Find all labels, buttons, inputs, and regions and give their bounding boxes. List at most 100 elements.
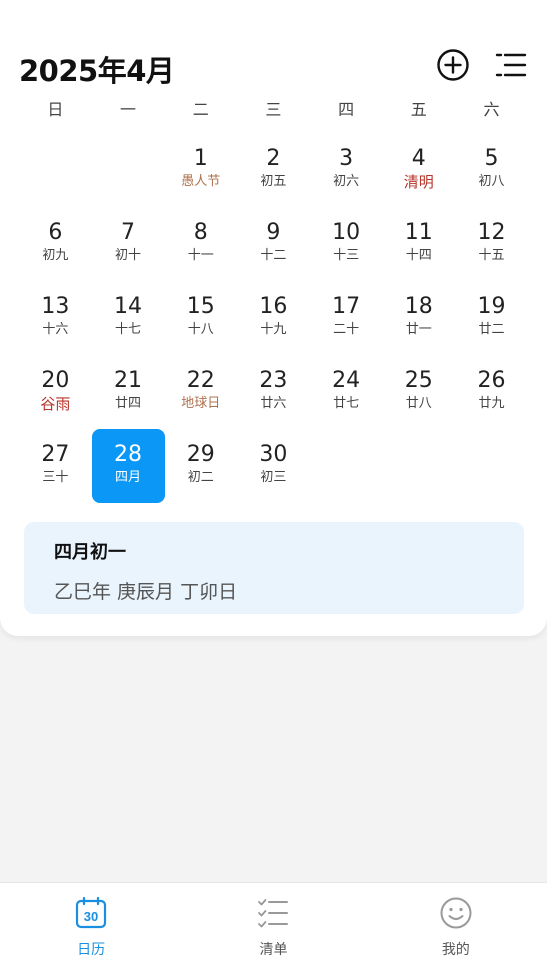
calendar-day-cell[interactable]: 7 初十 bbox=[92, 208, 165, 282]
calendar-day-cell[interactable]: 15 十八 bbox=[164, 282, 237, 356]
calendar-day-cell[interactable]: 21 廿四 bbox=[92, 356, 165, 430]
calendar-icon-day: 30 bbox=[84, 909, 98, 924]
calendar-day-cell[interactable]: 12 十五 bbox=[455, 208, 528, 282]
lunar-day-label: 十八 bbox=[187, 322, 214, 337]
weekday-label: 四 bbox=[338, 100, 355, 119]
lunar-day-label: 三十 bbox=[42, 470, 69, 485]
calendar-day-cell[interactable]: 9 十二 bbox=[237, 208, 310, 282]
lunar-day-label: 廿六 bbox=[260, 396, 287, 411]
calendar-day-cell[interactable]: 19 廿二 bbox=[455, 282, 528, 356]
calendar-day-cell[interactable]: 2 初五 bbox=[237, 134, 310, 208]
day-number: 7 bbox=[121, 220, 136, 245]
calendar-day-cell[interactable]: 28 四月 bbox=[91, 429, 165, 504]
calendar-day-cell[interactable]: 3 初六 bbox=[310, 134, 383, 208]
lunar-day-label: 四月 bbox=[115, 470, 142, 485]
tab-checklist[interactable]: 清单 bbox=[182, 883, 364, 960]
day-number: 6 bbox=[48, 220, 63, 245]
calendar-day-cell[interactable]: 4 清明 bbox=[382, 134, 455, 208]
lunar-day-label: 初三 bbox=[260, 470, 287, 485]
lunar-day-label: 廿一 bbox=[405, 322, 432, 337]
tab-label: 清单 bbox=[259, 942, 288, 958]
calendar-day-cell[interactable]: 6 初九 bbox=[19, 208, 92, 282]
day-number: 24 bbox=[332, 368, 361, 393]
weekday-label: 三 bbox=[265, 100, 282, 119]
calendar-day-cell[interactable]: 30 初三 bbox=[237, 430, 310, 504]
weekday-label: 二 bbox=[192, 100, 209, 119]
tab-profile[interactable]: 我的 bbox=[365, 883, 547, 960]
calendar-day-cell[interactable]: 23 廿六 bbox=[237, 356, 310, 430]
lunar-day-label: 廿二 bbox=[478, 322, 505, 337]
calendar-day-cell[interactable]: 26 廿九 bbox=[455, 356, 528, 430]
day-number: 17 bbox=[332, 294, 361, 319]
calendar-day-cell[interactable]: 16 十九 bbox=[237, 282, 310, 356]
day-number: 5 bbox=[484, 146, 499, 171]
lunar-day-label: 十六 bbox=[42, 322, 69, 337]
calendar-empty-cell bbox=[382, 430, 455, 504]
day-number: 25 bbox=[404, 368, 433, 393]
lunar-day-label: 十三 bbox=[333, 248, 360, 263]
lunar-day-label: 十二 bbox=[260, 248, 287, 263]
day-number: 10 bbox=[332, 220, 361, 245]
selected-date-info: 四月初一 乙巳年 庚辰月 丁卯日 bbox=[24, 522, 524, 614]
day-number: 12 bbox=[477, 220, 506, 245]
calendar-icon: 30 bbox=[76, 896, 107, 929]
lunar-day-label: 二十 bbox=[333, 322, 360, 337]
day-number: 3 bbox=[339, 146, 354, 171]
calendar-day-cell[interactable]: 17 二十 bbox=[310, 282, 383, 356]
day-number: 28 bbox=[114, 442, 143, 467]
calendar-day-cell[interactable]: 22 地球日 bbox=[164, 356, 237, 430]
calendar-day-cell[interactable]: 13 十六 bbox=[19, 282, 92, 356]
day-number: 21 bbox=[114, 368, 143, 393]
lunar-day-label: 初十 bbox=[115, 248, 142, 263]
day-number: 2 bbox=[266, 146, 281, 171]
calendar-day-cell[interactable]: 5 初八 bbox=[455, 134, 528, 208]
day-number: 14 bbox=[114, 294, 143, 319]
lunar-day-label: 初五 bbox=[260, 174, 287, 189]
bottom-tab-bar: 30 日历 清单 我的 bbox=[0, 882, 547, 960]
lunar-date: 四月初一 bbox=[54, 542, 126, 563]
day-number: 29 bbox=[186, 442, 215, 467]
lunar-day-label: 十四 bbox=[405, 248, 432, 263]
add-circle-icon[interactable] bbox=[436, 48, 470, 82]
day-number: 4 bbox=[411, 146, 426, 171]
lunar-day-label: 初八 bbox=[478, 174, 505, 189]
weekday-header: 日 一 二 三 四 五 六 bbox=[19, 96, 528, 120]
day-number: 9 bbox=[266, 220, 281, 245]
calendar-day-cell[interactable]: 18 廿一 bbox=[382, 282, 455, 356]
tab-calendar[interactable]: 30 日历 bbox=[0, 883, 182, 960]
calendar-day-cell[interactable]: 8 十一 bbox=[164, 208, 237, 282]
calendar-day-cell[interactable]: 1 愚人节 bbox=[164, 134, 237, 208]
lunar-day-label: 廿七 bbox=[333, 396, 360, 411]
tab-label: 我的 bbox=[441, 942, 470, 958]
menu-list-icon[interactable] bbox=[494, 48, 528, 82]
calendar-day-cell[interactable]: 27 三十 bbox=[19, 430, 92, 504]
lunar-day-label: 十九 bbox=[260, 322, 287, 337]
weekday-label: 五 bbox=[410, 100, 427, 119]
ganzhi-date: 乙巳年 庚辰月 丁卯日 bbox=[54, 581, 238, 603]
festival-label: 地球日 bbox=[181, 396, 221, 411]
calendar-day-cell[interactable]: 11 十四 bbox=[382, 208, 455, 282]
calendar-day-cell[interactable]: 24 廿七 bbox=[310, 356, 383, 430]
calendar-day-cell[interactable]: 20 谷雨 bbox=[19, 356, 92, 430]
day-number: 26 bbox=[477, 368, 506, 393]
calendar-grid: 1 愚人节 2 初五 3 初六 4 清明 5 初八 6 初九 7 初十 8 十一 9 十二 10 十三 11 十四 12 十五… bbox=[19, 134, 528, 504]
day-number: 22 bbox=[186, 368, 215, 393]
lunar-day-label: 初六 bbox=[333, 174, 360, 189]
day-number: 11 bbox=[404, 220, 433, 245]
calendar-empty-cell bbox=[92, 134, 165, 208]
day-number: 19 bbox=[477, 294, 506, 319]
day-number: 27 bbox=[41, 442, 70, 467]
calendar-empty-cell bbox=[455, 430, 528, 504]
weekday-label: 一 bbox=[120, 100, 137, 119]
calendar-day-cell[interactable]: 10 十三 bbox=[310, 208, 383, 282]
calendar-day-cell[interactable]: 29 初二 bbox=[164, 430, 237, 504]
page-title: 2025年4月 bbox=[19, 54, 175, 88]
calendar-week-row: 1 愚人节 2 初五 3 初六 4 清明 5 初八 bbox=[19, 134, 528, 208]
calendar-week-row: 27 三十 28 四月 29 初二 30 初三 bbox=[19, 429, 528, 504]
calendar-day-cell[interactable]: 14 十七 bbox=[92, 282, 165, 356]
calendar-day-cell[interactable]: 25 廿八 bbox=[382, 356, 455, 430]
lunar-day-label: 十一 bbox=[187, 248, 214, 263]
day-number: 30 bbox=[259, 442, 288, 467]
weekday-label: 日 bbox=[47, 100, 64, 119]
solar-term-label: 谷雨 bbox=[40, 395, 71, 413]
